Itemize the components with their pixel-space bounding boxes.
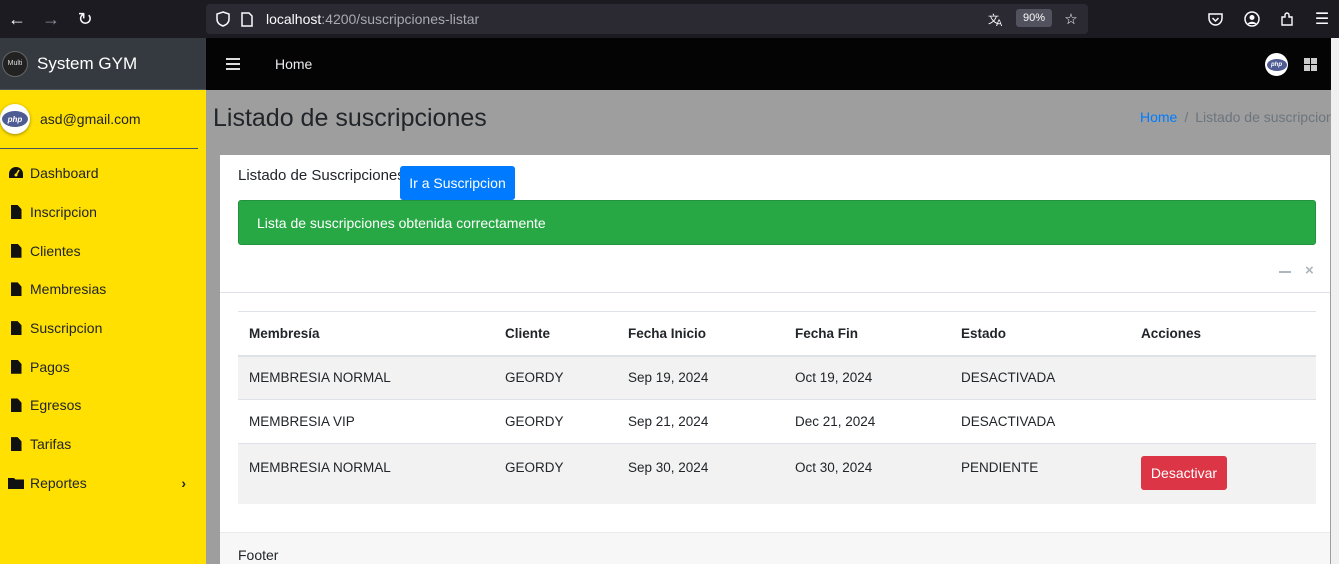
browser-toolbar: ← → ↻ localhost:4200/suscripciones-lista…	[0, 0, 1339, 38]
brand-text: System GYM	[37, 53, 138, 73]
back-icon[interactable]: ←	[0, 0, 34, 38]
cell-cliente: GEORDY	[494, 443, 617, 504]
nav-link-home[interactable]: Home	[275, 56, 312, 72]
sidebar-item-membresias[interactable]: Membresias	[0, 270, 206, 309]
zoom-badge[interactable]: 90%	[1016, 9, 1053, 27]
breadcrumb-home[interactable]: Home	[1140, 109, 1177, 125]
menu-icon[interactable]: ☰	[1305, 0, 1339, 38]
cell-fecha-fin: Dec 21, 2024	[784, 399, 950, 444]
card-footer: Footer	[220, 532, 1330, 564]
hamburger-icon[interactable]	[226, 58, 240, 70]
table-header-row: Membresía Cliente Fecha Inicio Fecha Fin…	[238, 311, 1316, 357]
cell-acciones	[1130, 399, 1316, 444]
sidebar-item-suscripcion[interactable]: Suscripcion	[0, 309, 206, 348]
folder-icon	[7, 477, 25, 489]
brand-link[interactable]: Multi System GYM	[0, 38, 206, 90]
dashboard-icon	[7, 166, 25, 180]
brand-logo: Multi	[2, 50, 28, 77]
breadcrumb-separator: /	[1184, 109, 1189, 125]
cell-cliente: GEORDY	[494, 355, 617, 400]
address-bar[interactable]: localhost:4200/suscripciones-listar 文A 9…	[206, 4, 1088, 34]
user-email[interactable]: asd@gmail.com	[40, 111, 141, 127]
cell-membresia: MEMBRESIA NORMAL	[238, 443, 494, 504]
shield-icon[interactable]	[212, 4, 234, 34]
column-header-acciones: Acciones	[1130, 311, 1316, 357]
cell-membresia: MEMBRESIA VIP	[238, 399, 494, 444]
column-header-estado: Estado	[950, 311, 1130, 357]
subscriptions-card: Listado de Suscripciones Ir a Suscripcio…	[220, 155, 1330, 564]
svg-text:A: A	[996, 19, 1003, 27]
cell-fecha-fin: Oct 30, 2024	[784, 443, 950, 504]
page-icon[interactable]	[236, 4, 258, 34]
sidebar-item-tarifas[interactable]: Tarifas	[0, 425, 206, 464]
translate-icon[interactable]: 文A	[983, 4, 1009, 34]
forward-icon[interactable]: →	[34, 0, 68, 38]
cell-estado: PENDIENTE	[950, 443, 1130, 504]
footer-text: Footer	[238, 547, 279, 563]
column-header-membresia: Membresía	[238, 311, 494, 357]
sidebar-item-reportes[interactable]: Reportes ›	[0, 464, 206, 503]
cell-estado: DESACTIVADA	[950, 355, 1130, 400]
cell-estado: DESACTIVADA	[950, 399, 1130, 444]
file-icon	[7, 437, 25, 452]
extensions-icon[interactable]	[1270, 0, 1304, 38]
user-panel: php asd@gmail.com	[0, 90, 198, 149]
table-row: MEMBRESIA NORMAL GEORDY Sep 30, 2024 Oct…	[238, 443, 1316, 504]
column-header-fecha-inicio: Fecha Inicio	[617, 311, 784, 357]
sidebar-item-dashboard[interactable]: Dashboard	[0, 154, 206, 193]
page-title: Listado de suscripciones	[213, 104, 487, 132]
table-row: MEMBRESIA VIP GEORDY Sep 21, 2024 Dec 21…	[238, 399, 1316, 444]
file-icon	[7, 398, 25, 413]
sidebar: Multi System GYM php asd@gmail.com Dashb…	[0, 38, 206, 564]
reload-icon[interactable]: ↻	[68, 0, 102, 38]
card-divider	[220, 292, 1330, 293]
scrollbar[interactable]	[1331, 38, 1339, 564]
file-icon	[7, 321, 25, 336]
bookmark-star-icon[interactable]: ☆	[1058, 4, 1084, 34]
table-row: MEMBRESIA NORMAL GEORDY Sep 19, 2024 Oct…	[238, 355, 1316, 400]
sidebar-item-egresos[interactable]: Egresos	[0, 386, 206, 425]
column-header-cliente: Cliente	[494, 311, 617, 357]
sidebar-item-inscripcion[interactable]: Inscripcion	[0, 193, 206, 232]
cell-fecha-fin: Oct 19, 2024	[784, 355, 950, 400]
url-text[interactable]: localhost:4200/suscripciones-listar	[266, 11, 479, 27]
breadcrumb: Home / Listado de suscripciones	[1140, 109, 1339, 125]
grid-icon[interactable]	[1304, 58, 1317, 71]
cell-fecha-inicio: Sep 19, 2024	[617, 355, 784, 400]
close-icon[interactable]: ×	[1305, 263, 1314, 279]
cell-fecha-inicio: Sep 30, 2024	[617, 443, 784, 504]
cell-fecha-inicio: Sep 21, 2024	[617, 399, 784, 444]
cell-membresia: MEMBRESIA NORMAL	[238, 355, 494, 400]
sidebar-menu: Dashboard Inscripcion Clientes Membresia…	[0, 149, 206, 502]
account-icon[interactable]	[1235, 0, 1269, 38]
card-title: Listado de Suscripciones	[238, 167, 405, 184]
file-icon	[7, 359, 25, 374]
minimize-icon[interactable]	[1279, 271, 1291, 273]
avatar: php	[0, 104, 30, 134]
subscriptions-table: Membresía Cliente Fecha Inicio Fecha Fin…	[238, 311, 1316, 504]
success-alert: Lista de suscripciones obtenida correcta…	[238, 200, 1316, 245]
card-tools: ×	[1279, 263, 1314, 279]
cell-acciones: Desactivar	[1130, 443, 1316, 504]
pocket-icon[interactable]	[1198, 0, 1232, 38]
content-header: Listado de suscripciones Home / Listado de…	[206, 90, 1339, 154]
sidebar-item-pagos[interactable]: Pagos	[0, 347, 206, 386]
breadcrumb-current: Listado de suscripciones	[1195, 109, 1339, 125]
top-navbar: Home php	[206, 38, 1339, 90]
file-icon	[7, 282, 25, 297]
user-avatar-icon[interactable]: php	[1265, 53, 1288, 76]
sidebar-item-clientes[interactable]: Clientes	[0, 231, 206, 270]
go-to-subscription-button[interactable]: Ir a Suscripcion	[400, 166, 515, 200]
file-icon	[7, 243, 25, 258]
cell-acciones	[1130, 355, 1316, 400]
chevron-right-icon: ›	[181, 474, 186, 491]
file-icon	[7, 205, 25, 220]
column-header-fecha-fin: Fecha Fin	[784, 311, 950, 357]
deactivate-button[interactable]: Desactivar	[1141, 456, 1227, 490]
cell-cliente: GEORDY	[494, 399, 617, 444]
